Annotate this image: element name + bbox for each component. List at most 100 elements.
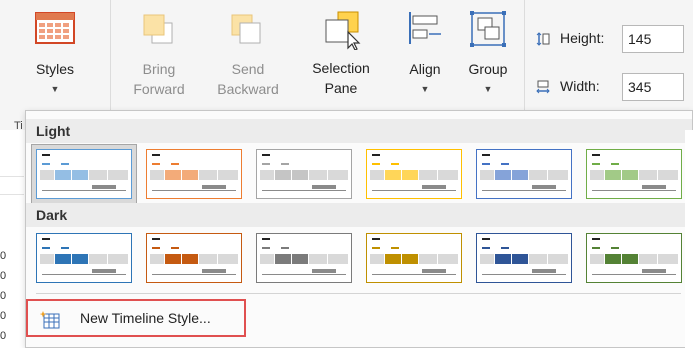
preview-shape xyxy=(480,170,494,180)
new-timeline-style-button[interactable]: New Timeline Style... xyxy=(26,299,246,337)
preview-shape xyxy=(150,170,164,180)
preview-shape xyxy=(152,247,160,249)
light-timeline-style-1[interactable] xyxy=(36,149,132,199)
light-section-header: Light xyxy=(26,119,692,143)
preview-shape xyxy=(292,254,308,264)
preview-shape xyxy=(150,254,164,264)
preview-shape xyxy=(165,254,181,264)
right-edge xyxy=(685,130,693,348)
light-timeline-style-3[interactable] xyxy=(256,149,352,199)
preview-shape xyxy=(152,190,236,191)
align-button[interactable]: Align ▼ xyxy=(396,0,454,100)
worksheet-row-headers: 0 0 0 0 0 xyxy=(0,130,24,348)
preview-shape xyxy=(275,170,291,180)
preview-shape xyxy=(658,170,678,180)
dark-timeline-style-3[interactable] xyxy=(256,233,352,283)
preview-shape xyxy=(512,254,528,264)
preview-shape xyxy=(42,238,50,240)
dark-timeline-style-6[interactable] xyxy=(586,233,682,283)
chevron-down-icon: ▼ xyxy=(50,84,60,94)
width-row: Width: xyxy=(536,73,693,103)
preview-shape xyxy=(512,170,528,180)
preview-shape xyxy=(262,190,346,191)
preview-shape xyxy=(592,274,676,275)
preview-shape xyxy=(312,185,336,189)
light-timeline-style-4[interactable] xyxy=(366,149,462,199)
preview-shape xyxy=(438,254,458,264)
preview-shape xyxy=(501,247,509,249)
dark-timeline-style-5[interactable] xyxy=(476,233,572,283)
preview-shape xyxy=(152,238,160,240)
preview-shape xyxy=(275,254,291,264)
preview-shape xyxy=(482,154,490,156)
preview-shape xyxy=(590,170,604,180)
preview-shape xyxy=(639,254,657,264)
preview-shape xyxy=(402,170,418,180)
timeline-styles-gallery: Light Dark New Timeline Style... xyxy=(25,110,693,348)
preview-shape xyxy=(372,238,380,240)
dark-timeline-style-1[interactable] xyxy=(36,233,132,283)
preview-shape xyxy=(482,163,490,165)
timeline-preview xyxy=(590,238,678,275)
width-input[interactable] xyxy=(622,73,684,101)
dark-timeline-style-2[interactable] xyxy=(146,233,242,283)
preview-shape xyxy=(370,254,384,264)
preview-shape xyxy=(262,163,270,165)
preview-shape xyxy=(202,185,226,189)
light-timeline-style-5[interactable] xyxy=(476,149,572,199)
bring-forward-button[interactable]: Bring Forward xyxy=(120,0,198,100)
group-button[interactable]: Group ▼ xyxy=(460,0,516,100)
preview-shape xyxy=(89,170,107,180)
preview-shape xyxy=(495,254,511,264)
preview-shape xyxy=(372,163,380,165)
preview-shape xyxy=(419,254,437,264)
preview-shape xyxy=(532,185,556,189)
row-value: 0 xyxy=(0,310,7,322)
preview-shape xyxy=(592,163,600,165)
selection-pane-button[interactable]: Selection Pane xyxy=(302,0,380,100)
dark-timeline-style-4[interactable] xyxy=(366,233,462,283)
preview-shape xyxy=(40,254,54,264)
gridline xyxy=(0,194,24,195)
preview-shape xyxy=(42,190,126,191)
preview-shape xyxy=(262,274,346,275)
preview-shape xyxy=(529,254,547,264)
light-timeline-style-2[interactable] xyxy=(146,149,242,199)
send-backward-button[interactable]: Send Backward xyxy=(206,0,288,100)
preview-shape xyxy=(385,254,401,264)
preview-shape xyxy=(55,170,71,180)
preview-shape xyxy=(42,247,50,249)
bring-forward-label: Bring Forward xyxy=(133,61,185,97)
preview-shape xyxy=(108,170,128,180)
preview-shape xyxy=(592,238,600,240)
selection-pane-label: Selection Pane xyxy=(312,60,370,96)
timeline-preview xyxy=(40,238,128,275)
width-icon xyxy=(536,80,550,94)
light-timeline-style-6[interactable] xyxy=(586,149,682,199)
preview-shape xyxy=(328,254,348,264)
preview-shape xyxy=(92,269,116,273)
preview-shape xyxy=(419,170,437,180)
styles-button[interactable]: Styles ▼ xyxy=(22,0,88,100)
row-value: 0 xyxy=(0,290,7,302)
preview-shape xyxy=(391,163,399,165)
timeline-preview xyxy=(590,154,678,191)
align-left-icon xyxy=(409,12,441,44)
height-row: Height: xyxy=(536,25,693,55)
chevron-down-icon: ▼ xyxy=(483,84,493,94)
preview-shape xyxy=(309,170,327,180)
preview-shape xyxy=(605,254,621,264)
preview-shape xyxy=(592,190,676,191)
height-input[interactable] xyxy=(622,25,684,53)
preview-shape xyxy=(61,247,69,249)
preview-shape xyxy=(495,170,511,180)
preview-shape xyxy=(639,170,657,180)
align-label: Align xyxy=(409,61,441,77)
timeline-preview xyxy=(480,238,568,275)
timeline-preview xyxy=(260,238,348,275)
preview-shape xyxy=(40,170,54,180)
preview-shape xyxy=(529,170,547,180)
preview-shape xyxy=(642,185,666,189)
styles-gallery-icon xyxy=(35,12,75,44)
preview-shape xyxy=(622,170,638,180)
